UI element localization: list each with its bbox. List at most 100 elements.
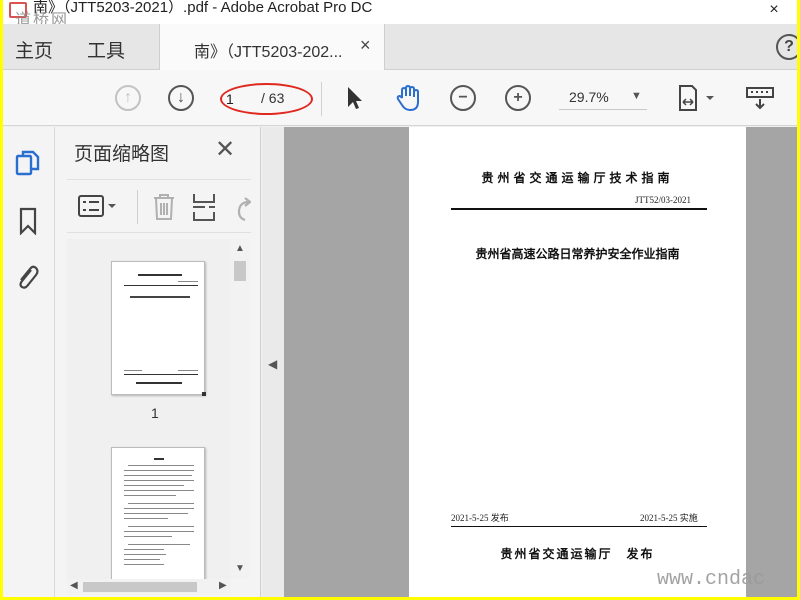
page-thumbnail[interactable] <box>111 261 206 396</box>
document-page: 贵州省交通运输厅技术指南 JTT52/03-2021 贵州省高速公路日常养护安全… <box>409 127 746 597</box>
hand-tool-button[interactable] <box>395 84 423 112</box>
arrow-down-icon: ↓ <box>168 85 194 111</box>
thumbnail-line <box>124 495 176 496</box>
arrow-up-icon: ↑ <box>115 85 141 111</box>
footer-rule <box>451 526 707 527</box>
horizontal-scrollbar-thumb[interactable] <box>83 582 197 592</box>
thumbnail-line <box>136 382 182 384</box>
document-tab-label: 南》（JTT5203-202... <box>194 44 343 61</box>
tab-home[interactable]: 主页 <box>15 36 53 63</box>
minus-icon: − <box>450 85 476 111</box>
thumbnail-line <box>124 518 168 519</box>
fit-width-icon <box>679 85 714 111</box>
watermark-bottom: www.cndac <box>657 568 766 591</box>
panel-title: 页面缩略图 <box>74 144 170 165</box>
page-thumbnails-panel: 页面缩略图 ✕ 1 ▲ ▼ ◀ ▶ <box>55 127 261 597</box>
zoom-out-button[interactable]: − <box>449 84 477 112</box>
thumbnail-line <box>124 531 194 532</box>
thumbnail-line <box>178 370 198 371</box>
collapse-panel-strip[interactable]: ◀ <box>262 127 284 597</box>
toolbar-divider <box>321 82 322 116</box>
collapse-arrow-icon[interactable]: ◀ <box>268 357 277 371</box>
tab-bar: 主页 工具 南》（JTT5203-202... × ? <box>3 24 797 70</box>
thumbnails-vertical-scrollbar[interactable]: ▲ ▼ <box>231 239 249 579</box>
page-thumbnails-button[interactable] <box>15 149 41 177</box>
thumbnail-line <box>128 544 190 545</box>
standard-code: JTT52/03-2021 <box>635 195 691 205</box>
thumbnail-line <box>124 374 198 375</box>
issuer-line: 贵州省交通运输厅 发布 <box>500 547 655 561</box>
thumbnail-line <box>124 285 198 286</box>
thumbnail-line <box>124 470 194 471</box>
thumbnail-line <box>124 490 194 491</box>
delete-pages-button[interactable] <box>151 192 177 227</box>
page-thumbnail-number: 1 <box>151 405 159 421</box>
thumbnail-line <box>124 549 164 550</box>
acrobat-window: 南》（JTT5203-2021）.pdf - Adobe Acrobat Pro… <box>3 0 797 597</box>
thumbnail-options-button[interactable] <box>77 192 121 225</box>
issue-date: 2021-5-25 发布 <box>451 513 509 523</box>
scroll-down-arrow-icon[interactable]: ▼ <box>235 563 245 574</box>
thumbnail-line <box>124 508 194 509</box>
thumbnail-line <box>128 503 194 504</box>
thumbnail-corner-mark <box>202 392 206 396</box>
page-total-label: / 63 <box>261 90 285 106</box>
plus-icon: + <box>505 85 531 111</box>
thumbnails-horizontal-scrollbar[interactable]: ◀ ▶ <box>67 579 231 595</box>
fit-page-button[interactable] <box>673 84 721 112</box>
select-tool-button[interactable] <box>340 84 368 112</box>
left-navigation-rail <box>3 127 55 597</box>
thumbnail-line <box>124 536 172 537</box>
title-bar: 南》（JTT5203-2021）.pdf - Adobe Acrobat Pro… <box>3 0 797 29</box>
attachments-button[interactable] <box>15 263 41 291</box>
thumbnail-line <box>128 465 194 466</box>
bookmarks-button[interactable] <box>15 207 41 235</box>
document-title: 贵州省高速公路日常养护安全作业指南 <box>475 247 680 261</box>
hand-icon <box>396 84 419 112</box>
thumbnail-line <box>124 559 160 560</box>
effective-date: 2021-5-25 实施 <box>640 513 698 523</box>
thumbnail-line <box>124 480 194 481</box>
help-button[interactable]: ? <box>776 34 797 60</box>
thumbnail-line <box>128 526 194 527</box>
thumbnail-line <box>178 281 198 282</box>
insert-pages-button[interactable] <box>191 192 217 227</box>
panel-close-button[interactable]: ✕ <box>215 135 235 164</box>
tab-document[interactable]: 南》（JTT5203-202... × <box>159 24 385 70</box>
rotate-pages-button[interactable] <box>231 192 252 227</box>
tab-tools[interactable]: 工具 <box>87 36 125 63</box>
close-tab-button[interactable]: × <box>360 35 371 56</box>
window-close-button[interactable]: × <box>751 0 797 24</box>
scroll-left-arrow-icon[interactable]: ◀ <box>70 580 78 591</box>
thumbnail-line <box>130 296 190 298</box>
thumbnail-line <box>124 554 166 555</box>
scroll-right-arrow-icon[interactable]: ▶ <box>219 580 227 591</box>
page-thumbnail[interactable] <box>111 447 205 579</box>
thumbnail-line <box>124 370 142 371</box>
rotate-icon <box>237 197 252 222</box>
thumbnail-line <box>138 274 182 276</box>
options-menu-icon <box>78 195 116 217</box>
keyboard-icon <box>746 87 774 110</box>
next-page-button[interactable]: ↓ <box>167 84 195 112</box>
chevron-down-icon: ▼ <box>631 90 642 102</box>
zoom-in-button[interactable]: + <box>504 84 532 112</box>
panel-toolbar <box>67 179 252 233</box>
thumbnail-line <box>124 475 192 476</box>
thumbnails-list: 1 <box>67 239 249 579</box>
insert-page-icon <box>193 194 215 221</box>
zoom-dropdown[interactable]: 29.7% ▼ <box>559 86 647 110</box>
window-title: 南》（JTT5203-2021）.pdf - Adobe Acrobat Pro… <box>33 0 373 16</box>
scrollbar-thumb[interactable] <box>234 261 246 281</box>
bookmark-icon <box>19 207 37 235</box>
toolbar: ↑ ↓ / 63 − + 29.7% ▼ <box>3 70 797 126</box>
thumbnail-line <box>124 564 164 565</box>
scroll-mode-button[interactable] <box>745 84 775 112</box>
previous-page-button[interactable]: ↑ <box>114 84 142 112</box>
document-view[interactable]: ◀ 贵州省交通运输厅技术指南 JTT52/03-2021 贵州省高速公路日常养护… <box>262 127 797 597</box>
page-number-input[interactable] <box>226 89 250 109</box>
scroll-up-arrow-icon[interactable]: ▲ <box>235 243 245 254</box>
zoom-value: 29.7% <box>569 89 609 105</box>
thumbnail-line <box>124 513 188 514</box>
thumbnail-line <box>154 458 164 460</box>
